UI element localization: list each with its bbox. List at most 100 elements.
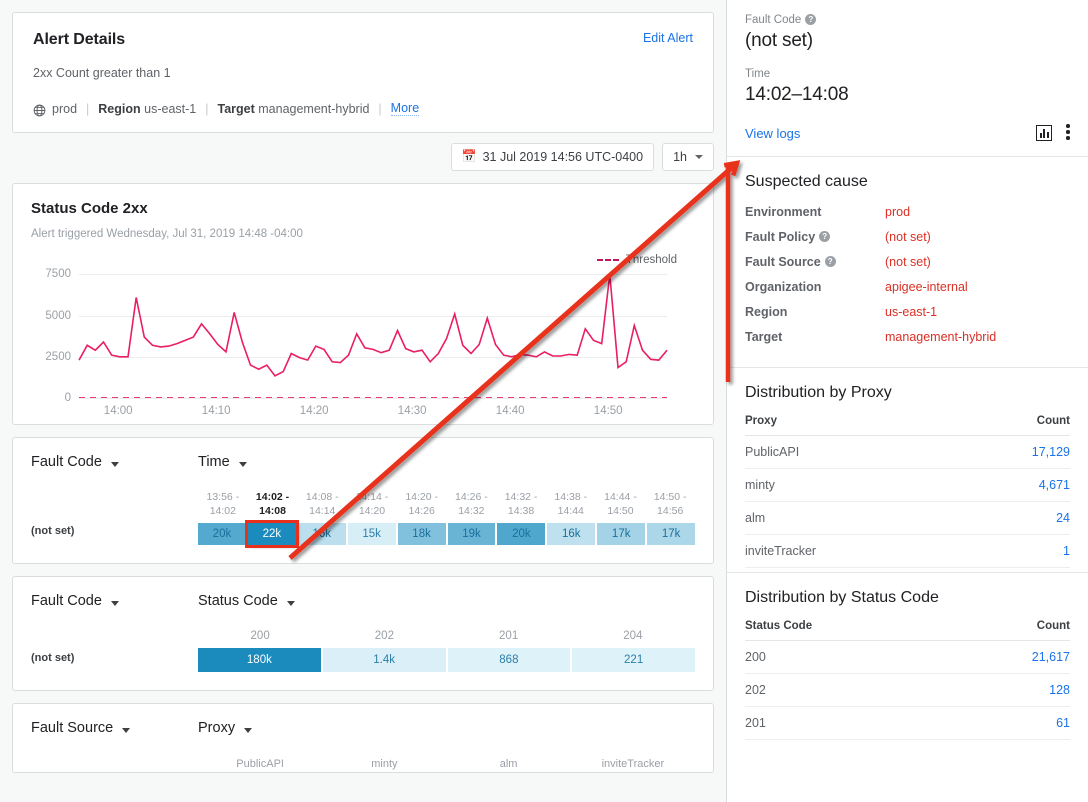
heatmap-cell[interactable]: 20k xyxy=(497,523,545,545)
heatmap-column-header: 14:44 -14:50 xyxy=(596,490,646,518)
heatmap-cell[interactable]: 17k xyxy=(597,523,645,545)
heatmap-column-header: 14:32 -14:38 xyxy=(496,490,546,518)
chart-gridline xyxy=(79,398,667,399)
suspected-cause-row: Environmentprod xyxy=(745,205,1070,219)
heatmap-cell[interactable]: 18k xyxy=(398,523,446,545)
heatmap-cell[interactable]: 868 xyxy=(448,648,571,672)
row-name: minty xyxy=(745,469,956,502)
distribution-by-status-code-title: Distribution by Status Code xyxy=(745,589,1070,607)
alert-condition: 2xx Count greater than 1 xyxy=(33,66,693,80)
column-header-count[interactable]: Count xyxy=(956,410,1070,436)
suspected-cause-row: Targetmanagement-hybrid xyxy=(745,330,1070,344)
row-count[interactable]: 1 xyxy=(956,535,1070,568)
row-count[interactable]: 17,129 xyxy=(956,436,1070,469)
kebab-menu-icon[interactable] xyxy=(1066,124,1070,142)
bar-chart-icon[interactable] xyxy=(1036,125,1052,141)
heatmap-cell-row: 20k22k16k15k18k19k20k16k17k17k xyxy=(198,523,695,545)
heatmap-cell-row: 180k1.4k868221 xyxy=(198,648,695,672)
chevron-down-icon[interactable] xyxy=(244,728,252,733)
suspected-cause-value: apigee-internal xyxy=(885,280,968,294)
row-count[interactable]: 128 xyxy=(952,674,1070,707)
dimension-label: Fault Code xyxy=(31,454,102,470)
alert-details-card: Alert Details Edit Alert 2xx Count great… xyxy=(12,12,714,133)
chevron-down-icon[interactable] xyxy=(111,462,119,467)
suspected-cause-key: Environment xyxy=(745,205,885,219)
heatmap-cell[interactable]: 180k xyxy=(198,648,321,672)
sidebar-icon-group xyxy=(1036,124,1070,142)
suspected-cause-key: Target xyxy=(745,330,885,344)
heatmap-dimension-header: Fault Code Time xyxy=(31,454,695,470)
chart-x-tick-label: 14:40 xyxy=(496,405,525,417)
heatmap-column-header: 13:56 -14:02 xyxy=(198,490,248,518)
chart-plot-area[interactable]: 025005000750014:0014:1014:2014:3014:4014… xyxy=(31,258,695,398)
meta-separator: | xyxy=(378,102,381,116)
row-count[interactable]: 24 xyxy=(956,502,1070,535)
dimension-selector-fault-code[interactable]: Fault Code xyxy=(31,454,198,470)
column-header-proxy[interactable]: Proxy xyxy=(745,410,956,436)
chart-x-tick-label: 14:20 xyxy=(300,405,329,417)
chevron-down-icon[interactable] xyxy=(239,462,247,467)
chevron-down-icon[interactable] xyxy=(122,728,130,733)
table-row: 202128 xyxy=(745,674,1070,707)
heatmap-body: (not set) 200202201204 180k1.4k868221 xyxy=(31,629,695,672)
suspected-cause-key: Fault Source? xyxy=(745,255,885,269)
chevron-down-icon[interactable] xyxy=(287,601,295,606)
suspected-cause-value: (not set) xyxy=(885,230,931,244)
row-count[interactable]: 4,671 xyxy=(956,469,1070,502)
distribution-by-proxy-section: Distribution by Proxy Proxy Count Public… xyxy=(727,368,1088,572)
region-value: us-east-1 xyxy=(144,102,196,116)
globe-icon xyxy=(33,104,46,117)
date-range-value: 31 Jul 2019 14:56 UTC-0400 xyxy=(483,150,644,164)
heatmap-cell[interactable]: 17k xyxy=(647,523,695,545)
dimension-selector-time[interactable]: Time xyxy=(198,454,247,470)
chart-x-tick-label: 14:10 xyxy=(202,405,231,417)
dimension-selector-fault-source[interactable]: Fault Source xyxy=(31,720,198,736)
heatmap-cell[interactable]: 22k xyxy=(248,523,296,545)
fault-code-key: Fault Code? xyxy=(745,14,1070,26)
heatmap-column-headers: 200202201204 xyxy=(198,629,695,643)
interval-select[interactable]: 1h xyxy=(662,143,714,171)
status-code-chart-card: Status Code 2xx Alert triggered Wednesda… xyxy=(12,183,714,425)
column-header-count[interactable]: Count xyxy=(952,615,1070,641)
date-range-picker[interactable]: 📅 31 Jul 2019 14:56 UTC-0400 xyxy=(451,143,654,171)
interval-value: 1h xyxy=(673,150,687,164)
dimension-selector-status-code[interactable]: Status Code xyxy=(198,593,295,609)
row-name: 202 xyxy=(745,674,952,707)
dimension-selector-fault-code[interactable]: Fault Code xyxy=(31,593,198,609)
fault-code-time-heatmap-card: Fault Code Time (not set) 13:56 -14:0214… xyxy=(12,437,714,564)
heatmap-column-header: 14:50 -14:56 xyxy=(645,490,695,518)
suspected-cause-section: Suspected cause EnvironmentprodFault Pol… xyxy=(727,157,1088,367)
row-name: alm xyxy=(745,502,956,535)
chevron-down-icon[interactable] xyxy=(111,601,119,606)
heatmap-cell[interactable]: 19k xyxy=(448,523,496,545)
table-header-row: Proxy Count xyxy=(745,410,1070,436)
help-icon[interactable]: ? xyxy=(825,256,836,267)
view-logs-link[interactable]: View logs xyxy=(745,126,800,141)
heatmap-grid: 13:56 -14:0214:02 -14:0814:08 -14:1414:1… xyxy=(198,490,695,545)
heatmap-column-header: 14:08 -14:14 xyxy=(297,490,347,518)
help-icon[interactable]: ? xyxy=(805,14,816,25)
heatmap-cell[interactable]: 1.4k xyxy=(323,648,446,672)
column-header-status-code[interactable]: Status Code xyxy=(745,615,952,641)
help-icon[interactable]: ? xyxy=(819,231,830,242)
heatmap-cell[interactable]: 16k xyxy=(547,523,595,545)
heatmap-cell[interactable]: 20k xyxy=(198,523,246,545)
heatmap-column-header: 204 xyxy=(571,629,695,643)
suspected-cause-value: us-east-1 xyxy=(885,305,937,319)
heatmap-cell[interactable]: 16k xyxy=(298,523,346,545)
heatmap-column-header: alm xyxy=(447,758,571,770)
alert-meta: prod | Region us-east-1 | Target managem… xyxy=(33,101,693,116)
distribution-by-status-code-table: Status Code Count 20021,61720212820161 xyxy=(745,615,1070,740)
row-name: 200 xyxy=(745,641,952,674)
row-count[interactable]: 61 xyxy=(952,707,1070,740)
dimension-selector-proxy[interactable]: Proxy xyxy=(198,720,252,736)
chart-title: Status Code 2xx xyxy=(31,200,695,217)
heatmap-column-header: 202 xyxy=(322,629,446,643)
more-link[interactable]: More xyxy=(391,101,419,116)
edit-alert-link[interactable]: Edit Alert xyxy=(643,31,693,45)
row-count[interactable]: 21,617 xyxy=(952,641,1070,674)
heatmap-column-headers: 13:56 -14:0214:02 -14:0814:08 -14:1414:1… xyxy=(198,490,695,518)
heatmap-cell[interactable]: 15k xyxy=(348,523,396,545)
chart-x-tick-label: 14:30 xyxy=(398,405,427,417)
heatmap-cell[interactable]: 221 xyxy=(572,648,695,672)
